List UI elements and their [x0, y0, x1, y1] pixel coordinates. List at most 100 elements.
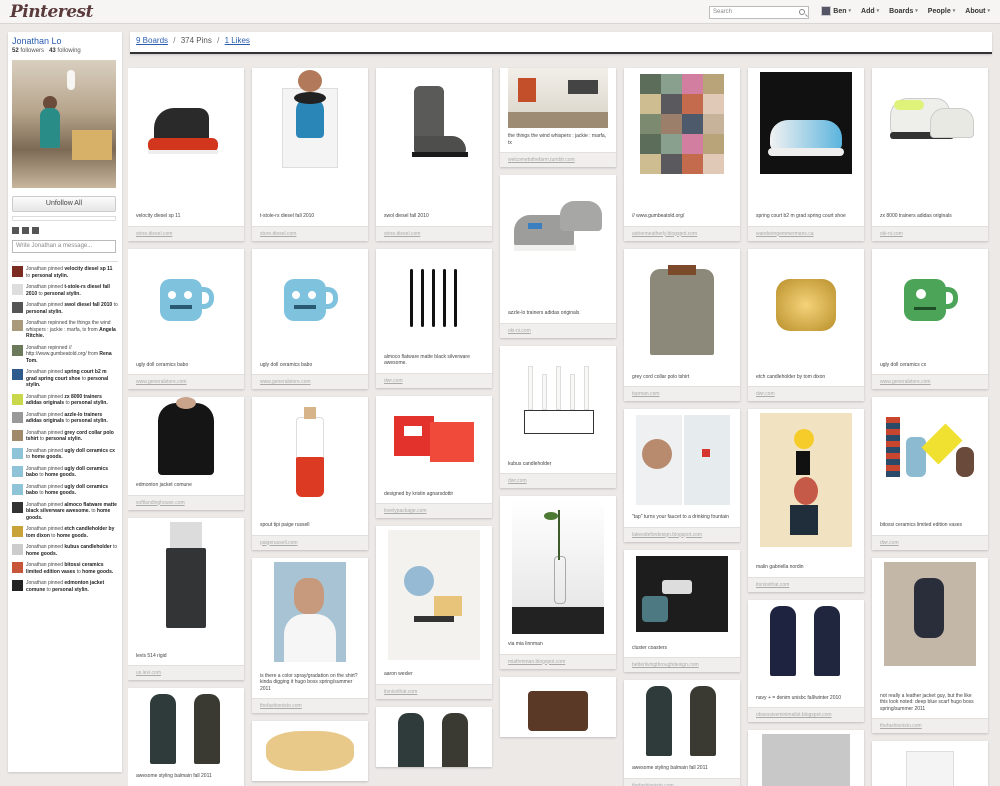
pin-source-link[interactable]: us.levi.com: [128, 665, 244, 680]
search-icon[interactable]: [799, 9, 805, 15]
pin-image[interactable]: [384, 396, 484, 486]
activity-pin-link[interactable]: swol diesel fall 2010: [64, 302, 112, 308]
pin-image[interactable]: [136, 249, 236, 357]
activity-thumb[interactable]: [12, 411, 23, 423]
followers-label[interactable]: followers: [20, 48, 44, 54]
pin-image[interactable]: [384, 526, 484, 666]
activity-thumb[interactable]: [12, 302, 23, 313]
activity-thumb[interactable]: [12, 393, 23, 405]
pin-card[interactable]: etch candleholder by tom dixon dwr.com: [748, 248, 864, 401]
activity-item[interactable]: Jonathan pinned ugly doll ceramics babo …: [12, 483, 118, 497]
pin-image[interactable]: [508, 677, 608, 737]
pin-source-link[interactable]: oki-ni.com: [500, 322, 616, 338]
activity-pin-link[interactable]: kubus candleholder: [64, 544, 111, 550]
pin-image[interactable]: [136, 68, 236, 208]
activity-board-link[interactable]: personal stylin.: [52, 587, 89, 593]
pin-card[interactable]: spout tipi paige russell paigerussell.com: [252, 397, 368, 550]
pin-source-link[interactable]: dwr.com: [748, 386, 864, 401]
activity-board-link[interactable]: home goods.: [32, 454, 63, 460]
pin-card[interactable]: swol diesel fall 2010 store.diesel.com: [376, 68, 492, 241]
activity-item[interactable]: Jonathan pinned kubus candleholder to ho…: [12, 544, 118, 557]
activity-board-link[interactable]: personal stylin.: [45, 436, 82, 442]
pin-source-link[interactable]: store.diesel.com: [252, 225, 368, 241]
activity-thumb[interactable]: [12, 447, 23, 459]
pin-image[interactable]: [632, 680, 732, 760]
pin-image[interactable]: [756, 249, 856, 369]
pin-source-link[interactable]: wanderingemmermans.ca: [748, 225, 864, 241]
pin-card[interactable]: azzle-lo trainers adidas originals oki-ni…: [500, 175, 616, 338]
pin-image[interactable]: [632, 249, 732, 369]
activity-item[interactable]: Jonathan pinned almoco flatware matte bl…: [12, 501, 118, 522]
pin-image[interactable]: [632, 550, 732, 640]
pin-card[interactable]: kubus candleholder dwr.com: [500, 345, 616, 488]
pin-image[interactable]: [136, 688, 236, 768]
tab-likes[interactable]: 1 Likes: [225, 36, 250, 45]
activity-board-link[interactable]: personal stylin.: [71, 400, 108, 406]
pin-source-link[interactable]: topman.com: [624, 386, 740, 401]
pin-card[interactable]: cluster coasters betterlivingthroughdesig…: [624, 549, 740, 672]
activity-thumb[interactable]: [12, 429, 23, 441]
profile-photo[interactable]: [12, 60, 116, 188]
activity-thumb[interactable]: [12, 501, 23, 513]
pin-source-link[interactable]: www.generalstore.com: [128, 374, 244, 389]
activity-item[interactable]: Jonathan repinned // http://www.gumbeato…: [12, 344, 118, 365]
pin-source-link[interactable]: itsnicethat.com: [376, 683, 492, 699]
tab-boards[interactable]: 9 Boards: [136, 36, 168, 45]
pin-source-link[interactable]: softlandinghouse.com: [128, 494, 244, 510]
pin-source-link[interactable]: oki-ni.com: [872, 225, 988, 241]
twitter-icon[interactable]: [22, 227, 29, 234]
pin-image[interactable]: [384, 707, 484, 767]
pin-image[interactable]: [136, 518, 236, 648]
activity-board-link[interactable]: personal stylin.: [71, 418, 108, 424]
activity-item[interactable]: Jonathan pinned swol diesel fall 2010 to…: [12, 302, 118, 315]
pin-card[interactable]: navy + = denim unisbc fall/winter 2010 ob…: [748, 599, 864, 722]
pin-image[interactable]: [260, 558, 360, 668]
message-input[interactable]: Write Jonathan a message...: [12, 240, 116, 253]
unfollow-all-button[interactable]: Unfollow All: [12, 196, 116, 212]
pin-source-link[interactable]: www.generalstore.com: [872, 374, 988, 389]
pin-source-link[interactable]: dwr.com: [872, 534, 988, 550]
pin-image[interactable]: [880, 558, 980, 688]
activity-item[interactable]: Jonathan pinned edmonton jacket comune t…: [12, 580, 118, 593]
pin-card[interactable]: not really a leather jacket guy, but the…: [872, 557, 988, 733]
pin-source-link[interactable]: store.diesel.com: [128, 225, 244, 241]
pin-source-link[interactable]: itsnicethat.com: [748, 576, 864, 592]
activity-item[interactable]: Jonathan pinned grey cord collar polo ts…: [12, 429, 118, 443]
pin-card[interactable]: [500, 676, 616, 737]
pin-image[interactable]: [632, 68, 732, 208]
pin-card[interactable]: malin gabriella nordin itsnicethat.com: [748, 409, 864, 592]
pin-image[interactable]: [880, 68, 980, 208]
pin-image[interactable]: [508, 346, 608, 456]
pin-card[interactable]: [872, 741, 988, 786]
pin-image[interactable]: [880, 397, 980, 517]
activity-thumb[interactable]: [12, 369, 23, 380]
pin-card[interactable]: zx 8000 trainers adidas originals oki-ni.…: [872, 68, 988, 241]
activity-thumb[interactable]: [12, 544, 23, 555]
pin-source-link[interactable]: welcometothefarm.tumblr.com: [500, 152, 616, 167]
activity-board-link[interactable]: personal stylin.: [44, 291, 81, 297]
activity-thumb[interactable]: [12, 284, 23, 295]
activity-board-link[interactable]: home goods.: [45, 490, 76, 496]
pin-image[interactable]: [508, 68, 608, 128]
pin-source-link[interactable]: miafirmman.blogspot.com: [500, 653, 616, 669]
activity-item[interactable]: Jonathan pinned velocity diesel sp 11 to…: [12, 266, 118, 279]
search-input[interactable]: Search: [709, 6, 809, 19]
pin-card[interactable]: velocity diesel sp 11 store.diesel.com: [128, 68, 244, 241]
pin-card[interactable]: the things the wind whispers : jackie : …: [500, 68, 616, 167]
pin-card[interactable]: [748, 730, 864, 786]
activity-item[interactable]: Jonathan pinned zx 8000 trainers adidas …: [12, 393, 118, 407]
pin-card[interactable]: [376, 706, 492, 767]
nav-item-add[interactable]: Add ▾: [861, 8, 879, 15]
rss-icon[interactable]: [32, 227, 39, 234]
pin-card[interactable]: levis 514 rigid us.levi.com: [128, 517, 244, 680]
nav-item-people[interactable]: People ▾: [928, 8, 955, 15]
pin-card[interactable]: via mia linnman miafirmman.blogspot.com: [500, 496, 616, 669]
pin-image[interactable]: [260, 249, 360, 357]
activity-item[interactable]: Jonathan pinned ugly doll ceramics babo …: [12, 465, 118, 479]
pin-image[interactable]: [756, 68, 856, 208]
pin-card[interactable]: grey cord collar polo tshirt topman.com: [624, 248, 740, 401]
pin-source-link[interactable]: obsessiveminimalist.blogspot.com: [748, 707, 864, 722]
pin-card[interactable]: // www.gumbeatold.org/adrienneatherly.bl…: [624, 68, 740, 241]
pin-image[interactable]: [136, 397, 236, 477]
pin-source-link[interactable]: thefashionisto.com: [624, 777, 740, 786]
